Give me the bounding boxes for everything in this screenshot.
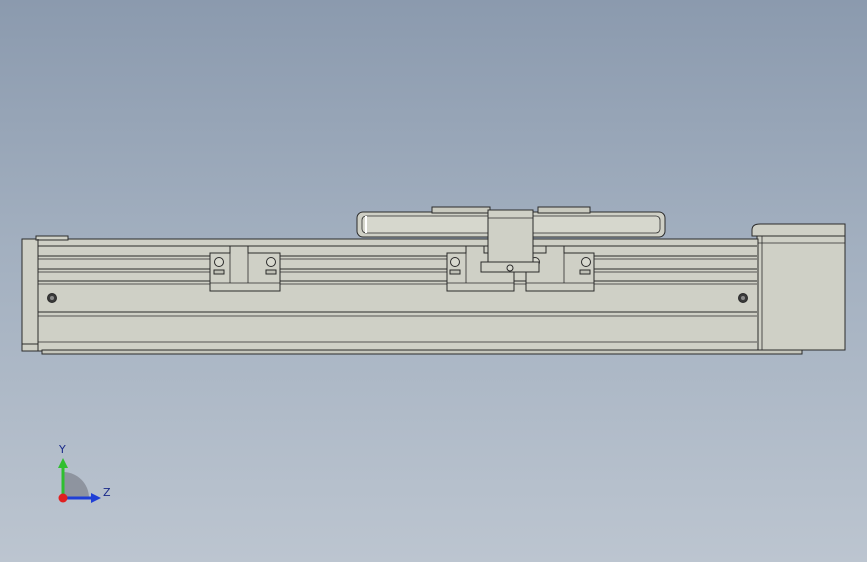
orientation-triad: Y Z (50, 440, 120, 510)
carriage-block (480, 209, 540, 273)
motor-housing (751, 223, 846, 351)
screw-right (738, 293, 748, 303)
x-axis-dot (58, 493, 68, 503)
y-axis-label: Y (59, 443, 66, 456)
linear-actuator-model[interactable] (0, 0, 867, 562)
rail-body (21, 235, 803, 355)
z-axis-label: Z (103, 486, 111, 499)
screw-left (47, 293, 57, 303)
sensor-bracket-1 (209, 245, 281, 292)
triad-plane-icon (63, 472, 89, 498)
cad-viewport[interactable]: Y Z (0, 0, 867, 562)
